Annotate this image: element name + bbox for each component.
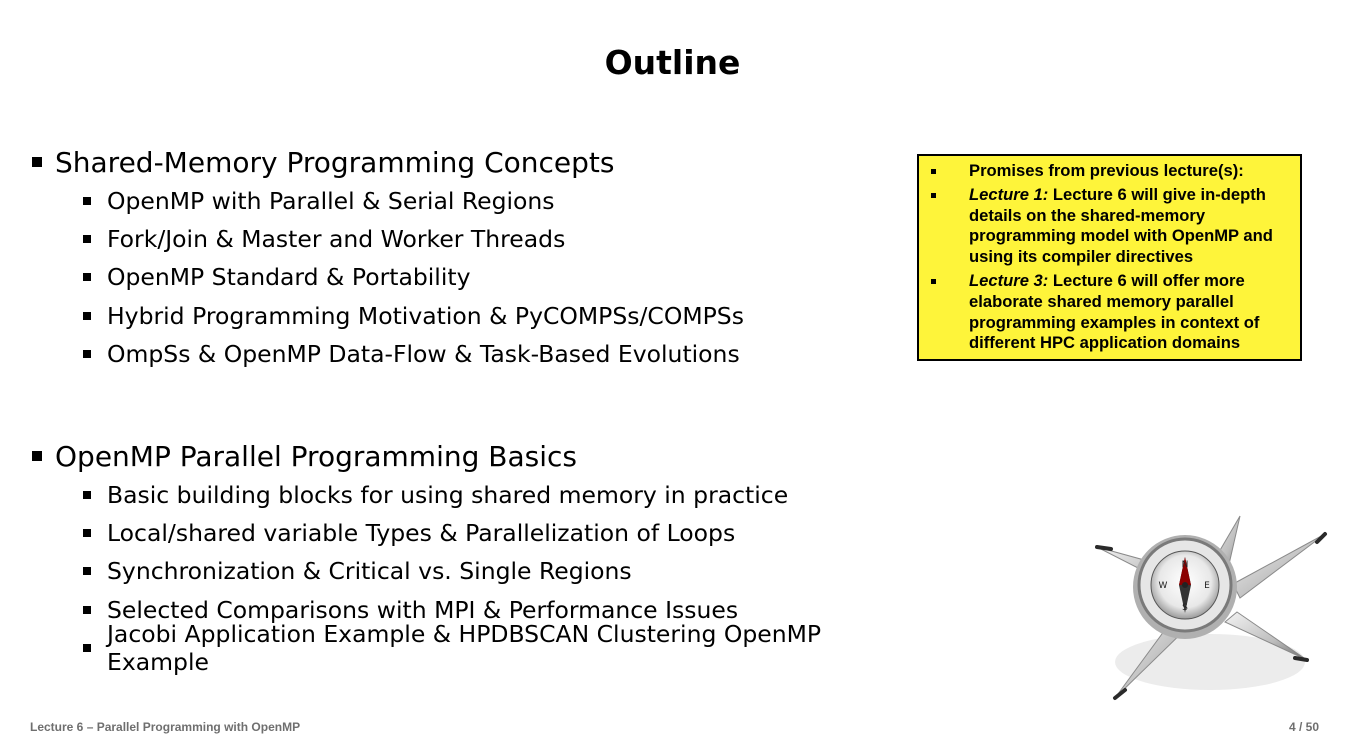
square-bullet-icon [83, 197, 91, 206]
list-item-text: Hybrid Programming Motivation & PyCOMPSs… [107, 301, 744, 330]
note-lecture-ref: Lecture 3: [969, 270, 1049, 290]
note-item-text: Lecture 1: Lecture 6 will give in-depth … [969, 185, 1299, 268]
list-item: Local/shared variable Types & Paralleliz… [83, 514, 930, 552]
compass-label-e: E [1204, 581, 1210, 591]
note-heading: Promises from previous lecture(s): [969, 161, 1244, 180]
list-item-text: Fork/Join & Master and Worker Threads [107, 225, 566, 254]
list-item-text: Local/shared variable Types & Paralleliz… [107, 519, 736, 548]
list-item-text: Jacobi Application Example & HPDBSCAN Cl… [107, 619, 822, 676]
square-bullet-icon [32, 157, 42, 167]
footer-lecture-title: Lecture 6 – Parallel Programming with Op… [30, 720, 301, 734]
section-heading: Shared-Memory Programming Concepts [30, 142, 930, 182]
section-shared-memory: Shared-Memory Programming Concepts OpenM… [30, 142, 930, 373]
square-bullet-icon [83, 273, 91, 282]
slide-title: Outline [604, 43, 741, 82]
list-item: Fork/Join & Master and Worker Threads [83, 220, 930, 258]
square-bullet-icon [83, 529, 91, 538]
note-heading-item: Promises from previous lecture(s): [919, 161, 1300, 182]
section-heading-text: Shared-Memory Programming Concepts [55, 145, 615, 179]
list-item-text: OpenMP with Parallel & Serial Regions [107, 187, 555, 216]
list-item-text: OmpSs & OpenMP Data-Flow & Task-Based Ev… [107, 339, 740, 368]
list-item: Hybrid Programming Motivation & PyCOMPSs… [83, 297, 930, 335]
square-bullet-icon [931, 192, 936, 198]
note-item: Lecture 1: Lecture 6 will give in-depth … [919, 185, 1300, 268]
square-bullet-icon [83, 349, 91, 358]
list-item-text: OpenMP Standard & Portability [107, 263, 471, 292]
compass-label-n: N [1182, 560, 1189, 570]
square-bullet-icon [83, 643, 91, 652]
compass-label-w: W [1159, 581, 1168, 591]
section-heading: OpenMP Parallel Programming Basics [30, 436, 930, 476]
square-bullet-icon [83, 311, 91, 320]
list-item-text: Basic building blocks for using shared m… [107, 481, 789, 510]
note-lecture-ref: Lecture 1: [969, 184, 1049, 204]
sub-list: Basic building blocks for using shared m… [30, 476, 930, 676]
list-item: Jacobi Application Example & HPDBSCAN Cl… [83, 620, 930, 676]
square-bullet-icon [931, 169, 936, 174]
promises-note-box: Promises from previous lecture(s): Lectu… [917, 154, 1302, 361]
sub-list: OpenMP with Parallel & Serial Regions Fo… [30, 182, 930, 373]
square-bullet-icon [32, 451, 42, 461]
section-heading-text: OpenMP Parallel Programming Basics [55, 439, 577, 473]
list-item: OmpSs & OpenMP Data-Flow & Task-Based Ev… [83, 335, 930, 373]
footer-page-number: 4 / 50 [1288, 720, 1319, 734]
square-bullet-icon [83, 235, 91, 244]
square-bullet-icon [83, 491, 91, 500]
square-bullet-icon [931, 278, 936, 284]
note-item: Lecture 3: Lecture 6 will offer more ela… [919, 271, 1300, 354]
compass-label-s: S [1182, 603, 1188, 613]
note-item-text: Lecture 3: Lecture 6 will offer more ela… [969, 271, 1299, 354]
list-item: Synchronization & Critical vs. Single Re… [83, 552, 930, 590]
compass-image: N E S W [1095, 515, 1327, 700]
list-item: OpenMP with Parallel & Serial Regions [83, 182, 930, 220]
section-openmp-basics: OpenMP Parallel Programming Basics Basic… [30, 436, 930, 676]
list-item: Basic building blocks for using shared m… [83, 476, 930, 514]
square-bullet-icon [83, 605, 91, 614]
list-item: OpenMP Standard & Portability [83, 258, 930, 296]
square-bullet-icon [83, 567, 91, 576]
list-item-text: Synchronization & Critical vs. Single Re… [107, 557, 632, 586]
